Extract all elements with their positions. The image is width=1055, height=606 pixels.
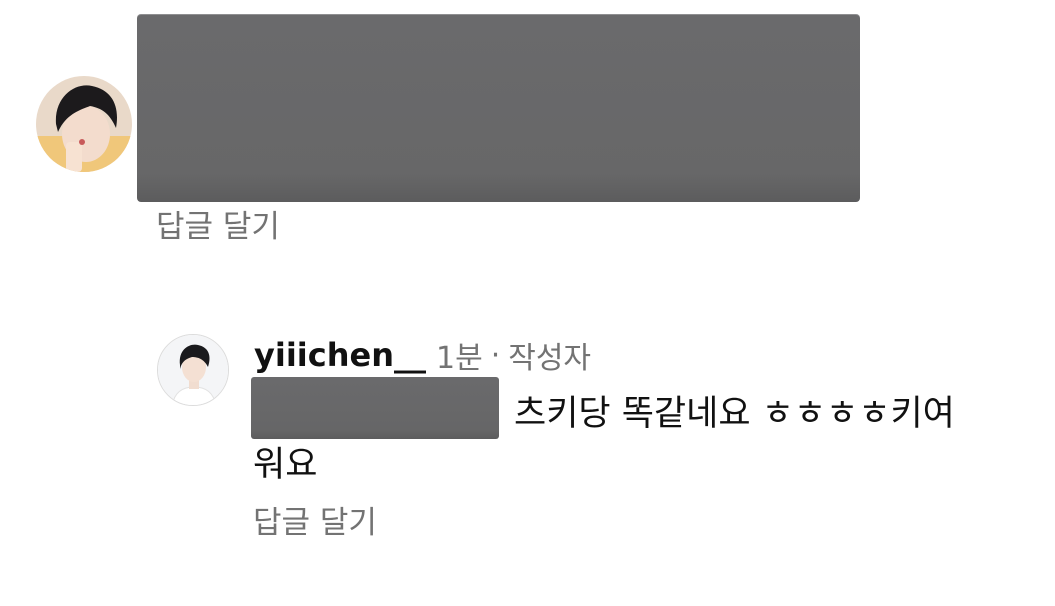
avatar[interactable]: [157, 334, 229, 406]
separator-dot: ·: [490, 337, 501, 373]
username[interactable]: yiiichen__: [254, 336, 426, 374]
timestamp: 1분: [436, 341, 483, 376]
avatar-image: [158, 335, 228, 405]
comment-text-line-2: 워요: [253, 445, 318, 485]
reply-button[interactable]: 답글 달기: [156, 204, 280, 250]
reply-button[interactable]: 답글 달기: [253, 500, 377, 546]
comment-text-line-1: 츠키당 똑같네요 ㅎㅎㅎㅎ키여: [514, 394, 955, 434]
redacted-mention: [251, 377, 499, 439]
avatar[interactable]: [36, 76, 132, 172]
redacted-comment-text: [137, 14, 860, 202]
author-badge: 작성자: [508, 341, 592, 376]
comment-header: yiiichen__ 1분 · 작성자: [254, 334, 591, 376]
avatar-image: [36, 76, 132, 172]
